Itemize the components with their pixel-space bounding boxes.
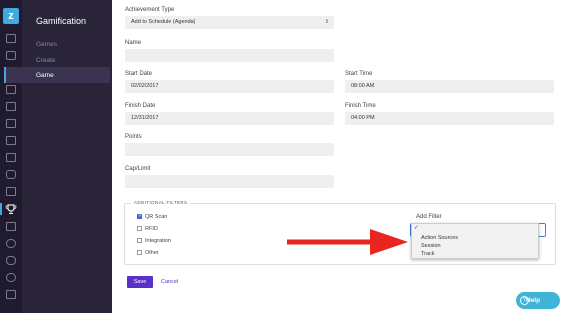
annotation-arrow <box>287 229 408 255</box>
question-icon: ? <box>520 296 529 305</box>
help-button[interactable]: ? Help <box>516 292 560 309</box>
